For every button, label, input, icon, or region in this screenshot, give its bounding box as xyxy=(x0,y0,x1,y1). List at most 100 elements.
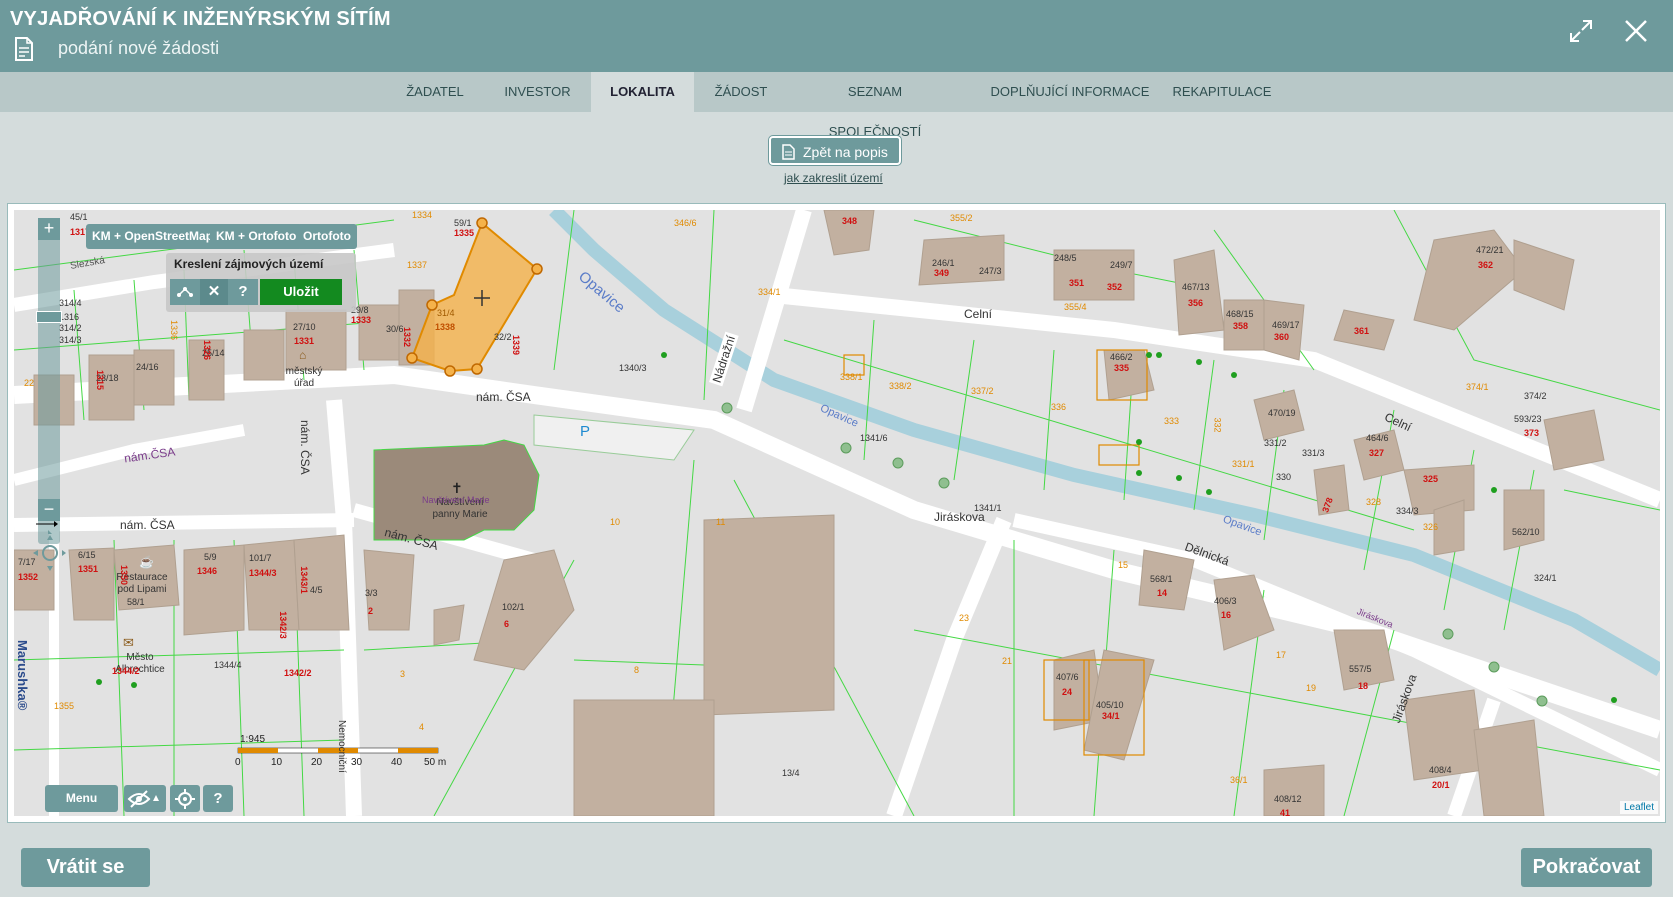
drawing-help-button[interactable]: ? xyxy=(228,279,258,305)
parcel-number: 1334 xyxy=(412,210,433,220)
cancel-drawing-button[interactable]: ✕ xyxy=(200,279,228,305)
howto-link[interactable]: jak zakreslit území xyxy=(784,171,883,185)
parcel-number: 2 xyxy=(368,606,374,616)
drawing-panel-title: Kreslení zájmových území xyxy=(174,257,324,271)
back-to-description-button[interactable]: Zpět na popis xyxy=(769,136,901,165)
church-cross-icon: ✝ xyxy=(451,480,463,496)
layer-ortofoto-button[interactable]: Ortofoto xyxy=(297,224,357,249)
zoom-slider-thumb[interactable] xyxy=(36,311,62,323)
zoom-in-button[interactable]: + xyxy=(38,218,60,240)
back-button[interactable]: Vrátit se xyxy=(21,848,150,887)
parcel-number: 356 xyxy=(1188,298,1204,308)
parcel-number: 1332 xyxy=(402,326,413,348)
parcel-number: 361 xyxy=(1354,326,1370,336)
parcel-number: 3/3 xyxy=(365,588,378,598)
map-menu-button[interactable]: Menu xyxy=(45,785,118,812)
parcel-number: 373 xyxy=(1524,428,1540,438)
parcel-number: 469/17 xyxy=(1272,320,1300,330)
continue-button[interactable]: Pokračovat xyxy=(1521,848,1652,887)
vertex-tool-icon xyxy=(177,287,193,297)
parcel-number: 406/3 xyxy=(1214,596,1237,606)
tab-doplnujici-informace[interactable]: DOPLŇUJÍCÍ INFORMACE xyxy=(980,72,1160,112)
parcel-number: 405/10 xyxy=(1096,700,1124,710)
parcel-number: 1344/2 xyxy=(112,666,140,676)
parcel-number: 1341/1 xyxy=(974,503,1002,513)
parcel-number: 468/15 xyxy=(1226,309,1254,319)
parcel-number: 355/2 xyxy=(950,213,973,223)
tab-rekapitulace[interactable]: REKAPITULACE xyxy=(1172,72,1272,112)
visibility-toggle-button[interactable] xyxy=(124,785,166,812)
parcel-number: 22 xyxy=(24,378,35,388)
street-label-nam-csa: nám. ČSA xyxy=(298,420,312,475)
layer-km-ortofoto-button[interactable]: KM + Ortofoto xyxy=(210,224,303,249)
parcel-number: 352 xyxy=(1107,282,1123,292)
parcel-number: 466/2 xyxy=(1110,352,1133,362)
parcel-number: 328 xyxy=(1366,497,1382,507)
parcel-number: 1344/3 xyxy=(249,568,277,578)
parcel-number: 408/4 xyxy=(1429,765,1452,775)
pan-control-icon[interactable] xyxy=(18,518,66,576)
leaflet-attribution-link[interactable]: Leaflet xyxy=(1619,801,1658,814)
close-icon[interactable] xyxy=(1623,18,1649,44)
parcel-number: 407/6 xyxy=(1056,672,1079,682)
parcel-number: 58/1 xyxy=(127,597,145,607)
parcel-number: 557/5 xyxy=(1349,664,1372,674)
parcel-number: 1315 xyxy=(95,369,106,391)
parcel-number: 1342/2 xyxy=(284,668,312,678)
parcel-number: 41 xyxy=(1280,808,1291,816)
map-help-button[interactable]: ? xyxy=(203,785,233,812)
back-to-description-label: Zpět na popis xyxy=(803,144,888,160)
parcel-number: 330 xyxy=(1276,472,1292,482)
parcel-number: 336 xyxy=(1051,402,1067,412)
drawing-panel: Kreslení zájmových území ✕ ? Uložit xyxy=(166,253,356,312)
street-label-nemocnicni: Nemocniční xyxy=(336,720,347,773)
parcel-number: 36/1 xyxy=(1230,775,1248,785)
document-icon xyxy=(782,144,795,160)
crosshair-icon xyxy=(175,789,195,809)
tab-zadatel[interactable]: ŽADATEL xyxy=(402,72,468,112)
parcel-number: 360 xyxy=(1274,332,1290,342)
parcel-number: 24/16 xyxy=(136,362,159,372)
map-frame: Slezská nám. ČSA nám. ČSA nám.ČSA nám. Č… xyxy=(7,203,1666,823)
parcel-number: 314/3 xyxy=(59,335,82,345)
parcel-number: 249/7 xyxy=(1110,260,1133,270)
parcel-number: 248/5 xyxy=(1054,253,1077,263)
tab-lokalita[interactable]: LOKALITA xyxy=(591,72,694,112)
cadastral-map[interactable]: Slezská nám. ČSA nám. ČSA nám.ČSA nám. Č… xyxy=(14,210,1660,816)
parcel-number: 358 xyxy=(1233,321,1249,331)
parcel-number: 8 xyxy=(634,665,640,675)
parcel-number: 17 xyxy=(1276,650,1287,660)
parcel-number: 362 xyxy=(1478,260,1494,270)
town-hall-icon: ⌂ xyxy=(299,348,307,362)
locate-button[interactable] xyxy=(170,785,200,812)
eye-icon xyxy=(127,790,159,808)
parcel-number: 349 xyxy=(934,268,950,278)
parcel-number: 1326 xyxy=(202,339,213,361)
parcel-number: 10 xyxy=(610,517,621,527)
parcel-number: 1333 xyxy=(351,315,372,325)
parcel-number: 355/4 xyxy=(1064,302,1087,312)
parcel-number: 332 xyxy=(1212,417,1223,433)
parcel-number: 408/12 xyxy=(1274,794,1302,804)
tab-investor[interactable]: INVESTOR xyxy=(495,72,580,112)
app-header: VYJADŘOVÁNÍ K INŽENÝRSKÝM SÍTÍM podání n… xyxy=(0,0,1673,72)
parcel-number: 464/6 xyxy=(1366,433,1389,443)
draw-vertex-tool-button[interactable] xyxy=(170,279,200,305)
parcel-number: 337/2 xyxy=(971,386,994,396)
parcel-number: 1337 xyxy=(407,260,428,270)
parcel-number: 351 xyxy=(1069,278,1085,288)
parcel-number: 1355 xyxy=(54,701,75,711)
tab-zadost[interactable]: ŽÁDOST xyxy=(708,72,774,112)
tab-seznam-spolecnosti[interactable]: SEZNAM SPOLEČNOSTÍ xyxy=(800,72,950,139)
parcel-number: 338/1 xyxy=(840,372,863,382)
parcel-number: 13/4 xyxy=(782,768,800,778)
parcel-number: 1343/1 xyxy=(298,566,309,594)
maximize-icon[interactable] xyxy=(1568,18,1594,44)
zoom-slider[interactable] xyxy=(38,220,60,544)
save-area-button[interactable]: Uložit xyxy=(260,279,342,305)
layer-km-openstreetmap-button[interactable]: KM + OpenStreetMap xyxy=(86,224,220,249)
parcel-number: 247/3 xyxy=(979,266,1002,276)
parcel-number: 562/10 xyxy=(1512,527,1540,537)
parcel-number: 23 xyxy=(959,613,970,623)
parcel-number: 1344/4 xyxy=(214,660,242,670)
